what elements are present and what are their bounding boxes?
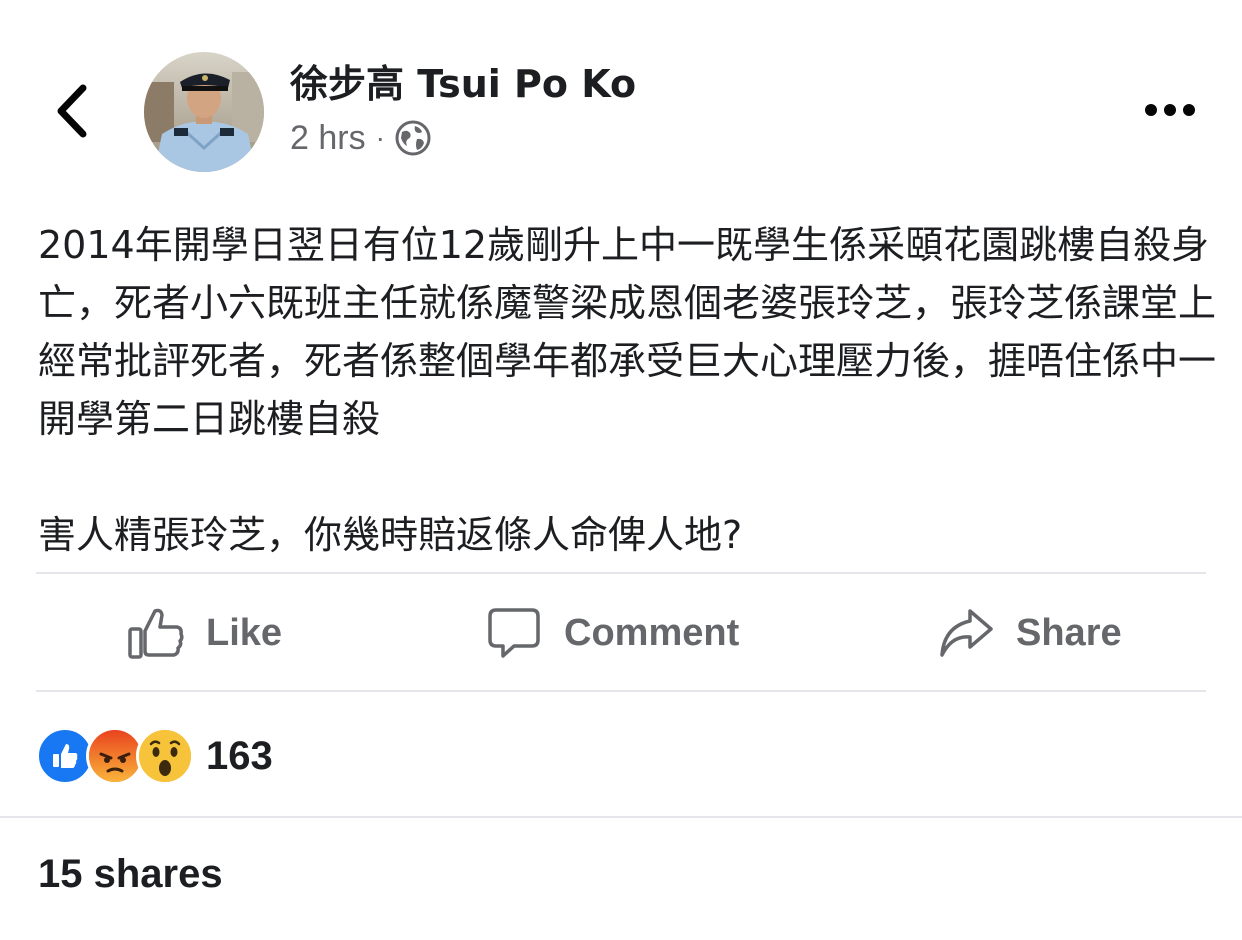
avatar[interactable] [144,52,264,172]
comment-label: Comment [564,611,740,654]
paragraph-spacer [38,448,1218,506]
reaction-count[interactable]: 163 [206,734,273,779]
author-name[interactable]: 徐步高 Tsui Po Ko [290,60,636,108]
like-button[interactable]: Like [126,576,282,690]
comment-button[interactable]: Comment [484,576,739,690]
more-options-button[interactable] [1138,92,1202,128]
shares-count[interactable]: 15 shares [38,852,223,897]
wow-reaction-icon [136,727,194,785]
post-meta: 2 hrs · [290,116,431,160]
like-label: Like [206,611,283,654]
post-paragraph: 害人精張玲芝，你幾時賠返條人命俾人地? [38,513,743,557]
more-horizontal-icon [1145,104,1195,116]
comment-icon [484,603,544,663]
divider [36,690,1206,692]
action-bar: Like Comment Share [36,576,1206,690]
chevron-left-icon [57,84,87,138]
post-paragraph: 2014年開學日翌日有位12歲剛升上中一既學生係采頤花園跳樓自殺身亡，死者小六既… [38,223,1217,441]
post-timestamp[interactable]: 2 hrs [290,119,366,158]
thumbs-up-icon [126,603,186,663]
post-text: 2014年開學日翌日有位12歲剛升上中一既學生係采頤花園跳樓自殺身亡，死者小六既… [38,216,1218,564]
reaction-summary[interactable]: 163 [36,727,273,785]
share-button[interactable]: Share [936,576,1122,690]
share-label: Share [1016,611,1122,654]
divider [36,572,1206,574]
globe-icon[interactable] [395,120,431,156]
share-arrow-icon [936,603,996,663]
section-divider [0,816,1242,818]
post-header: 徐步高 Tsui Po Ko 2 hrs · [0,0,1242,190]
meta-separator: · [375,122,385,153]
back-button[interactable] [48,82,96,140]
